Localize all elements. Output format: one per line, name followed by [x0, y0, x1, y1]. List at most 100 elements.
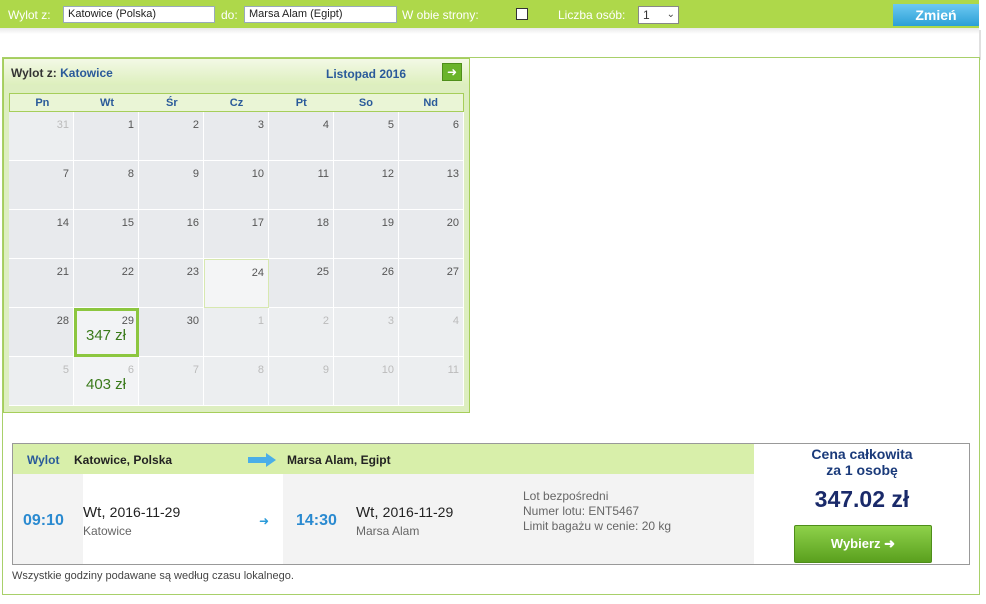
calendar-day[interactable]: 7: [9, 161, 74, 210]
weekday-header: Nd: [423, 97, 438, 109]
calendar-day[interactable]: 11: [399, 357, 464, 406]
day-number: 31: [56, 119, 69, 131]
calendar-day[interactable]: 1: [74, 112, 139, 161]
calendar-day[interactable]: 23: [139, 259, 204, 308]
arrow-right-icon: ➜: [446, 65, 458, 79]
calendar-day[interactable]: 26: [334, 259, 399, 308]
passengers-value: 1: [643, 8, 650, 22]
roundtrip-checkbox[interactable]: [516, 8, 528, 20]
from-input[interactable]: Katowice (Polska): [63, 6, 215, 23]
change-button[interactable]: Zmień: [893, 4, 979, 26]
calendar-month: Listopad 2016: [326, 67, 407, 81]
calendar-day[interactable]: 14: [9, 210, 74, 259]
day-number: 4: [452, 315, 459, 327]
calendar-header: Wylot z: Katowice Listopad 2016 ➜: [4, 59, 469, 85]
to-input[interactable]: Marsa Alam (Egipt): [244, 6, 397, 23]
calendar-day[interactable]: 30: [139, 308, 204, 357]
arrival-date: Wt, 2016-11-29: [356, 504, 454, 521]
calendar-day[interactable]: 3: [204, 112, 269, 161]
day-number: 15: [121, 217, 134, 229]
total-price: 347.02 zł: [814, 486, 910, 512]
calendar-day[interactable]: 6 403 zł: [74, 357, 139, 406]
day-number: 21: [56, 266, 69, 278]
departure-date: Wt, 2016-11-29: [83, 504, 181, 521]
day-number: 10: [251, 168, 264, 180]
calendar-day[interactable]: 17: [204, 210, 269, 259]
detail-direct: Lot bezpośredni: [523, 489, 609, 503]
weekday-header: So: [358, 97, 373, 109]
day-number: 6: [127, 364, 134, 376]
calendar-day[interactable]: 3: [334, 308, 399, 357]
calendar-day[interactable]: 2: [269, 308, 334, 357]
calendar-day[interactable]: 29 347 zł: [74, 308, 139, 357]
arrival-city: Marsa Alam: [356, 524, 420, 538]
calendar-day[interactable]: 22: [74, 259, 139, 308]
calendar-day[interactable]: 31: [9, 112, 74, 161]
detail-baggage: Limit bagażu w cenie: 20 kg: [523, 519, 672, 533]
day-number: 9: [192, 168, 199, 180]
select-button[interactable]: Wybierz ➜: [794, 525, 932, 563]
day-price: 403 zł: [85, 376, 127, 393]
calendar-day[interactable]: 4: [269, 112, 334, 161]
day-number: 4: [322, 119, 329, 131]
calendar-day[interactable]: 24: [204, 259, 269, 308]
calendar-days: 31 1 2 3 4 5 6 7 8 9 10 11 12 13 14 15 16 17 18 19 20 21 22 23 2…: [9, 112, 464, 406]
calendar-day[interactable]: 10: [204, 161, 269, 210]
calendar-day[interactable]: 9: [139, 161, 204, 210]
day-number: 1: [257, 315, 264, 327]
calendar-day[interactable]: 12: [334, 161, 399, 210]
weekday-header: Pt: [295, 97, 307, 109]
calendar-day[interactable]: 1: [204, 308, 269, 357]
flight-direction-label: Wylot: [27, 453, 60, 467]
day-number: 20: [446, 217, 459, 229]
calendar-day[interactable]: 18: [269, 210, 334, 259]
day-number: 3: [387, 315, 394, 327]
calendar-day[interactable]: 16: [139, 210, 204, 259]
calendar-day[interactable]: 27: [399, 259, 464, 308]
calendar-day[interactable]: 10: [334, 357, 399, 406]
day-number: 8: [127, 168, 134, 180]
day-number: 22: [121, 266, 134, 278]
calendar-day[interactable]: 25: [269, 259, 334, 308]
flight-to-place: Marsa Alam, Egipt: [287, 453, 391, 467]
calendar-day[interactable]: 8: [74, 161, 139, 210]
day-number: 28: [56, 315, 69, 327]
timezone-note: Wszystkie godziny podawane są według cza…: [12, 570, 294, 582]
weekday-header: Śr: [165, 97, 178, 109]
passengers-select[interactable]: 1 ⌄: [638, 6, 679, 24]
calendar-day[interactable]: 2: [139, 112, 204, 161]
day-number: 7: [192, 364, 199, 376]
calendar-day[interactable]: 5: [9, 357, 74, 406]
to-label: do:: [221, 8, 238, 22]
calendar: Wylot z: Katowice Listopad 2016 ➜ Pn Wt Śr…: [3, 58, 470, 413]
day-number: 10: [381, 364, 394, 376]
chevron-down-icon: ⌄: [666, 9, 675, 20]
calendar-day[interactable]: 20: [399, 210, 464, 259]
weekday-row: Pn Wt Śr Cz Pt So Nd: [9, 93, 464, 112]
next-month-button[interactable]: ➜: [442, 63, 462, 81]
day-number: 13: [446, 168, 459, 180]
bar-shadow: [0, 28, 979, 34]
day-number: 30: [186, 315, 199, 327]
calendar-day[interactable]: 7: [139, 357, 204, 406]
calendar-day[interactable]: 11: [269, 161, 334, 210]
calendar-day[interactable]: 15: [74, 210, 139, 259]
calendar-day[interactable]: 8: [204, 357, 269, 406]
day-number: 8: [257, 364, 264, 376]
calendar-day[interactable]: 4: [399, 308, 464, 357]
detail-flight-number: Numer lotu: ENT5467: [523, 504, 640, 518]
weekday-header: Cz: [229, 97, 244, 109]
day-number: 5: [62, 364, 69, 376]
calendar-day[interactable]: 19: [334, 210, 399, 259]
day-number: 19: [381, 217, 394, 229]
day-price: 347 zł: [85, 327, 127, 344]
calendar-day[interactable]: 28: [9, 308, 74, 357]
calendar-day[interactable]: 6: [399, 112, 464, 161]
calendar-day[interactable]: 5: [334, 112, 399, 161]
calendar-day[interactable]: 21: [9, 259, 74, 308]
calendar-day[interactable]: 13: [399, 161, 464, 210]
day-number: 23: [186, 266, 199, 278]
departure-city: Katowice: [83, 524, 132, 538]
calendar-from-city: Katowice: [60, 66, 113, 80]
calendar-day[interactable]: 9: [269, 357, 334, 406]
